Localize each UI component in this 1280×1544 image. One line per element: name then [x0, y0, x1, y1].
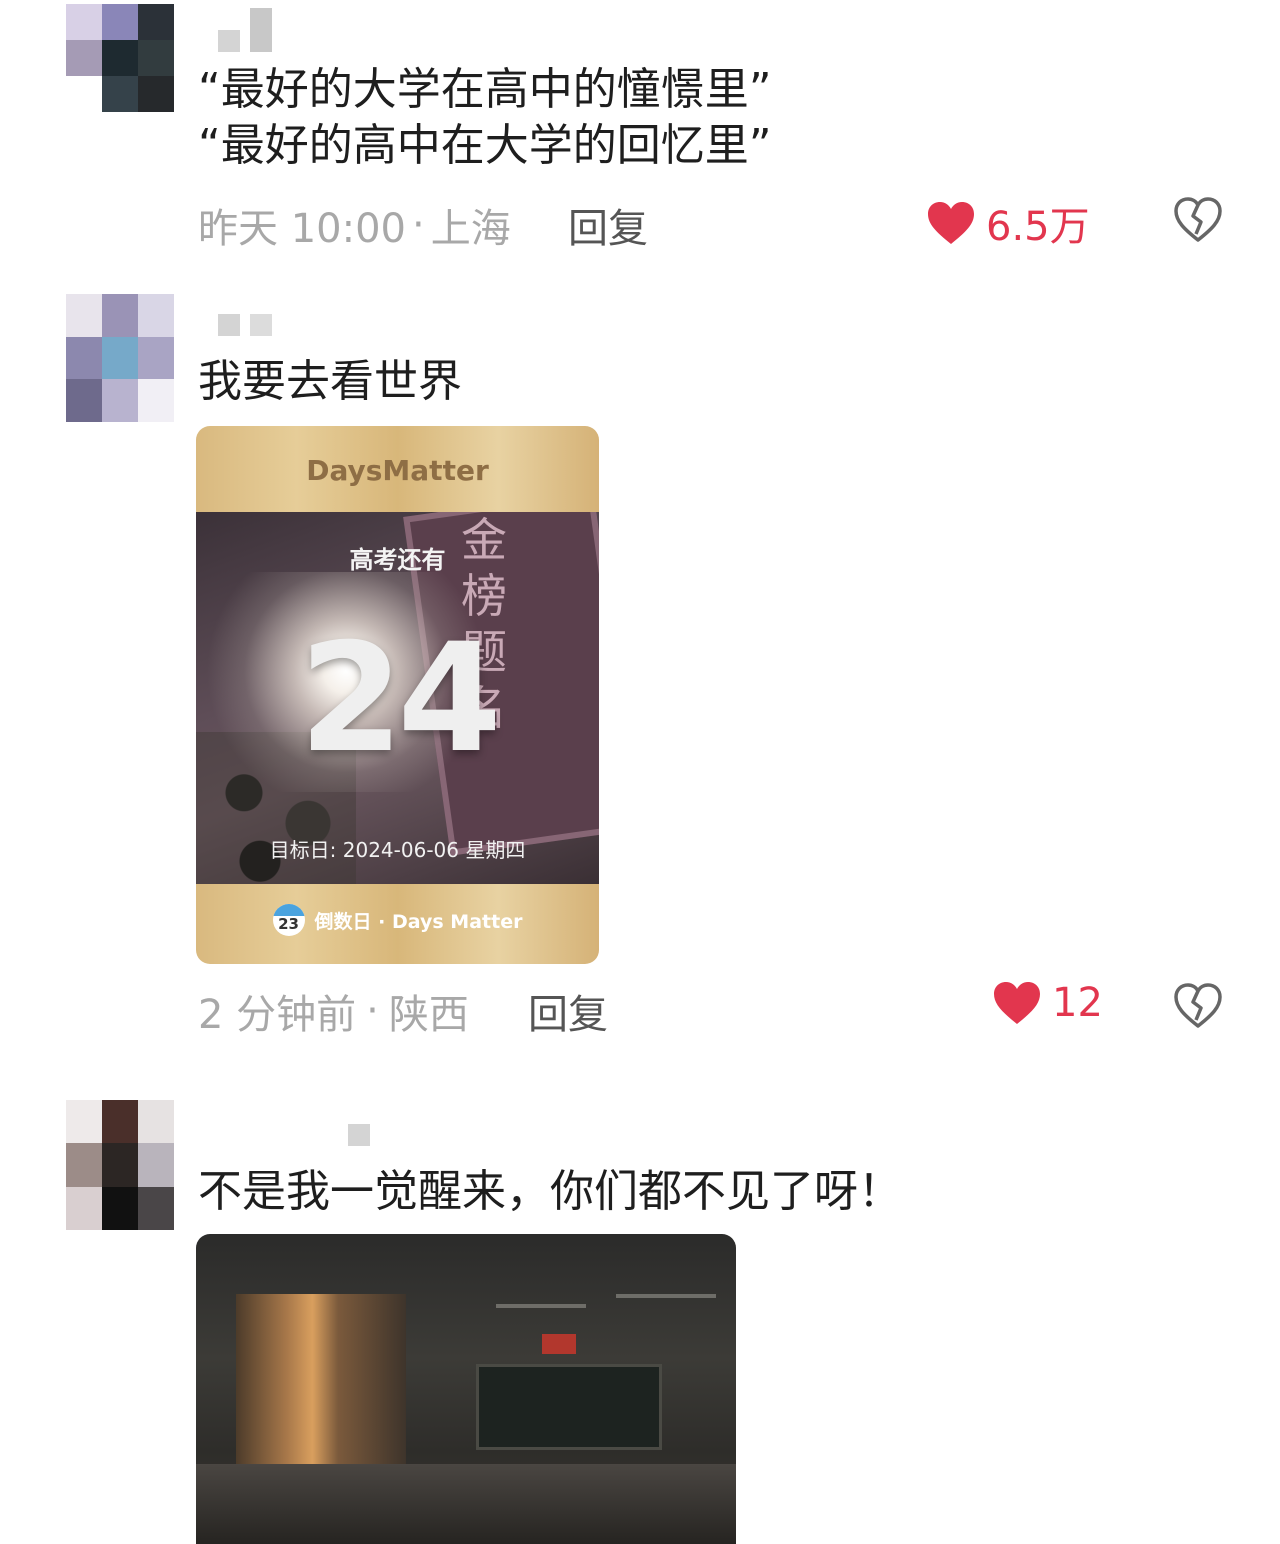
ceiling-lamp	[496, 1304, 586, 1308]
comment-text: 我要去看世界	[198, 356, 462, 407]
comment-meta: 2 分钟前 · 陕西	[198, 982, 469, 1040]
comment-meta: 昨天 10:00 · 上海	[198, 196, 511, 254]
avatar[interactable]	[66, 294, 174, 422]
card-footer: 23 倒数日 · Days Matter	[196, 904, 599, 936]
reply-button[interactable]: 回复	[568, 196, 648, 254]
comment-time: 昨天 10:00	[198, 206, 406, 252]
blackboard	[476, 1364, 662, 1450]
heart-icon	[928, 202, 974, 244]
desks	[196, 1464, 736, 1544]
comment-text: “最好的大学在高中的憧憬里” “最好的高中在大学的回忆里”	[198, 64, 772, 171]
days-matter-card-image[interactable]: DaysMatter 金榜题名 高考还有 24 目标日: 2024-06-06 …	[196, 426, 599, 964]
footer-text: 倒数日 · Days Matter	[314, 910, 523, 933]
countdown-photo: 金榜题名 高考还有 24 目标日: 2024-06-06 星期四	[196, 512, 599, 884]
calendar-icon: 23	[272, 904, 305, 936]
comment-text: 不是我一觉醒来，你们都不见了呀！	[198, 1166, 902, 1217]
like-button[interactable]: 6.5万	[926, 194, 1090, 252]
broken-heart-icon[interactable]	[1172, 980, 1224, 1032]
nickname-blurred[interactable]	[218, 314, 272, 336]
comment-location: 上海	[430, 206, 511, 252]
avatar[interactable]	[66, 4, 174, 112]
ceiling-lamp	[616, 1294, 716, 1298]
red-sign	[542, 1334, 576, 1354]
avatar[interactable]	[66, 1100, 174, 1230]
classroom-photo[interactable]	[196, 1234, 736, 1544]
heart-icon	[994, 982, 1040, 1024]
like-count: 12	[1052, 980, 1103, 1026]
countdown-label: 高考还有	[349, 546, 446, 574]
nickname-blurred[interactable]	[218, 8, 272, 52]
like-count: 6.5万	[986, 204, 1090, 250]
countdown-days: 24	[299, 612, 502, 786]
days-matter-brand: DaysMatter	[306, 454, 489, 487]
comment-location: 陕西	[388, 992, 469, 1038]
broken-heart-icon[interactable]	[1172, 194, 1224, 246]
reply-button[interactable]: 回复	[528, 982, 608, 1040]
target-date: 目标日: 2024-06-06 星期四	[269, 838, 526, 862]
comment-time: 2 分钟前	[198, 992, 357, 1038]
nickname-blurred[interactable]	[348, 1124, 370, 1146]
meta-separator: ·	[412, 202, 425, 248]
like-button[interactable]: 12	[992, 980, 1103, 1026]
meta-separator: ·	[366, 988, 379, 1034]
